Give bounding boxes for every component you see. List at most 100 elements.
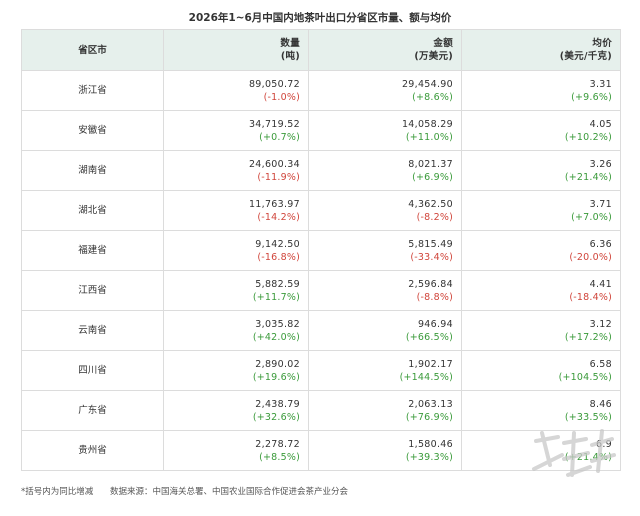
data-table: 省区市 数量 (吨) 金额 (万美元) 均价 (美元/千克) 浙江省 89,050… <box>21 29 621 471</box>
price-value: 3.71 <box>589 198 612 210</box>
amount-value: 29,454.90 <box>401 78 453 90</box>
amount-change: (+8.6%) <box>412 91 453 103</box>
quantity-change: (+42.0%) <box>252 331 300 343</box>
cell-quantity: 24,600.34 (-11.9%) <box>163 150 309 191</box>
cell-amount: 1,902.17 (+144.5%) <box>308 350 462 391</box>
amount-change: (+11.0%) <box>405 131 453 143</box>
table-row: 安徽省 34,719.52 (+0.7%) 14,058.29 (+11.0%) 4.05… <box>21 110 621 151</box>
cell-amount: 946.94 (+66.5%) <box>308 310 462 351</box>
table-header-row: 省区市 数量 (吨) 金额 (万美元) 均价 (美元/千克) <box>21 29 621 71</box>
cell-province: 贵州省 <box>21 430 164 471</box>
quantity-value: 3,035.82 <box>255 318 300 330</box>
quantity-value: 2,438.79 <box>255 398 300 410</box>
quantity-value: 34,719.52 <box>248 118 300 130</box>
amount-value: 14,058.29 <box>401 118 453 130</box>
cell-price: 3.26 (+21.4%) <box>461 150 621 191</box>
quantity-value: 5,882.59 <box>255 278 300 290</box>
amount-value: 8,021.37 <box>408 158 453 170</box>
cell-province: 福建省 <box>21 230 164 271</box>
cell-price: 3.71 (+7.0%) <box>461 190 621 231</box>
amount-change: (-8.2%) <box>416 211 453 223</box>
province-name: 江西省 <box>78 285 107 296</box>
province-name: 广东省 <box>78 405 107 416</box>
province-name: 湖南省 <box>78 165 107 176</box>
province-name: 四川省 <box>78 365 107 376</box>
cell-quantity: 3,035.82 (+42.0%) <box>163 310 309 351</box>
amount-value: 4,362.50 <box>408 198 453 210</box>
price-change: (+10.2%) <box>564 131 612 143</box>
amount-value: 946.94 <box>417 318 453 330</box>
table-row: 云南省 3,035.82 (+42.0%) 946.94 (+66.5%) 3.12 (+1… <box>21 310 621 351</box>
amount-change: (+39.3%) <box>405 451 453 463</box>
price-change: (+33.5%) <box>564 411 612 423</box>
col-header-amount: 金额 (万美元) <box>308 29 462 71</box>
price-change: (+104.5%) <box>558 371 612 383</box>
province-name: 安徽省 <box>78 125 107 136</box>
quantity-value: 89,050.72 <box>248 78 300 90</box>
cell-province: 湖北省 <box>21 190 164 231</box>
price-change: (+7.0%) <box>571 211 612 223</box>
cell-amount: 4,362.50 (-8.2%) <box>308 190 462 231</box>
price-change: (-18.4%) <box>569 291 612 303</box>
quantity-change: (+11.7%) <box>252 291 300 303</box>
cell-amount: 1,580.46 (+39.3%) <box>308 430 462 471</box>
price-value: 3.12 <box>589 318 612 330</box>
cell-price: 6.36 (-20.0%) <box>461 230 621 271</box>
table-row: 福建省 9,142.50 (-16.8%) 5,815.49 (-33.4%) 6.36(… <box>21 230 621 271</box>
cell-quantity: 5,882.59 (+11.7%) <box>163 270 309 311</box>
amount-change: (-33.4%) <box>410 251 453 263</box>
province-name: 云南省 <box>78 325 107 336</box>
quantity-change: (+8.5%) <box>259 451 300 463</box>
table-row: 浙江省 89,050.72 (-1.0%) 29,454.90 (+8.6%) 3.31(… <box>21 70 621 111</box>
cell-price: 6.58 (+104.5%) <box>461 350 621 391</box>
cell-quantity: 9,142.50 (-16.8%) <box>163 230 309 271</box>
cell-price: 4.05 (+10.2%) <box>461 110 621 151</box>
cell-price: 3.31 (+9.6%) <box>461 70 621 111</box>
data-source: 数据来源：中国海关总署、中国农业国际合作促进会茶产业分会 <box>109 487 348 497</box>
price-value: 4.05 <box>589 118 612 130</box>
amount-value: 2,596.84 <box>408 278 453 290</box>
cell-province: 四川省 <box>21 350 164 391</box>
quantity-change: (+19.6%) <box>252 371 300 383</box>
quantity-value: 11,763.97 <box>248 198 300 210</box>
quantity-change: (-1.0%) <box>263 91 300 103</box>
price-change: (-20.0%) <box>569 251 612 263</box>
price-change: (+21.4%) <box>564 171 612 183</box>
amount-value: 1,580.46 <box>408 438 453 450</box>
quantity-change: (-11.9%) <box>257 171 300 183</box>
col-header-quantity: 数量 (吨) <box>163 29 309 71</box>
table-row: 四川省 2,890.02 (+19.6%) 1,902.17 (+144.5%) 6.58… <box>21 350 621 391</box>
cell-province: 安徽省 <box>21 110 164 151</box>
amount-change: (+6.9%) <box>412 171 453 183</box>
amount-change: (-8.8%) <box>416 291 453 303</box>
cell-province: 江西省 <box>21 270 164 311</box>
quantity-change: (-16.8%) <box>257 251 300 263</box>
table-row: 湖南省 24,600.34 (-11.9%) 8,021.37 (+6.9%) 3.26(… <box>21 150 621 191</box>
cell-amount: 2,063.13 (+76.9%) <box>308 390 462 431</box>
cell-amount: 2,596.84 (-8.8%) <box>308 270 462 311</box>
price-change: (+17.2%) <box>564 331 612 343</box>
cell-province: 广东省 <box>21 390 164 431</box>
cell-quantity: 2,278.72 (+8.5%) <box>163 430 309 471</box>
price-value: 3.26 <box>589 158 612 170</box>
price-value: 6.36 <box>589 238 612 250</box>
cell-quantity: 11,763.97 (-14.2%) <box>163 190 309 231</box>
cell-price: 4.41 (-18.4%) <box>461 270 621 311</box>
province-name: 浙江省 <box>78 85 107 96</box>
quantity-value: 2,890.02 <box>255 358 300 370</box>
cell-province: 浙江省 <box>21 70 164 111</box>
cell-quantity: 2,438.79 (+32.6%) <box>163 390 309 431</box>
province-name: 湖北省 <box>78 205 107 216</box>
price-value: 8.46 <box>589 398 612 410</box>
col-header-price: 均价 (美元/千克) <box>461 29 621 71</box>
amount-change: (+66.5%) <box>405 331 453 343</box>
table-row: 江西省 5,882.59 (+11.7%) 2,596.84 (-8.8%) 4.41 (-… <box>21 270 621 311</box>
price-change: (+9.6%) <box>571 91 612 103</box>
footnote-note: *括号内为同比增减 <box>21 487 94 497</box>
quantity-change: (+32.6%) <box>252 411 300 423</box>
quantity-value: 2,278.72 <box>255 438 300 450</box>
price-value: 4.41 <box>589 278 612 290</box>
table-row: 湖北省 11,763.97 (-14.2%) 4,362.50 (-8.2%) 3.71(… <box>21 190 621 231</box>
quantity-change: (-14.2%) <box>257 211 300 223</box>
cell-province: 湖南省 <box>21 150 164 191</box>
